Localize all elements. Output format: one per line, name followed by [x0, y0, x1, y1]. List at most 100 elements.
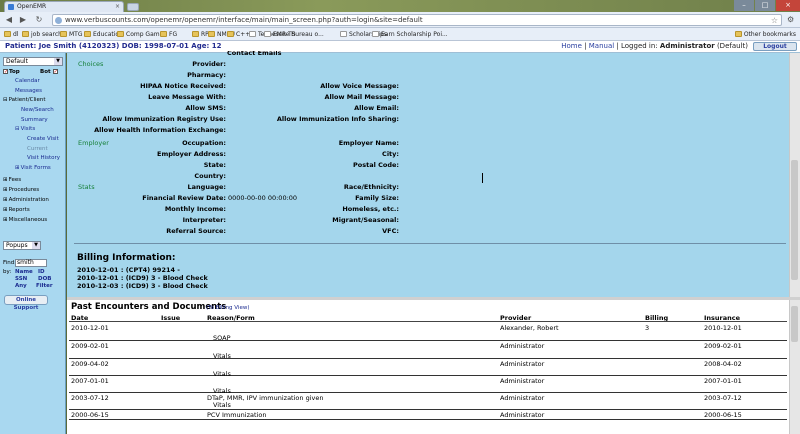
- tree-toggle-icon[interactable]: ⊞: [3, 187, 8, 193]
- nav-item-administration[interactable]: ⊞Administration: [3, 197, 49, 203]
- home-link[interactable]: Home: [561, 42, 582, 50]
- table-row[interactable]: [69, 323, 787, 341]
- maximize-button[interactable]: □: [755, 0, 775, 11]
- close-window-button[interactable]: ×: [776, 0, 800, 11]
- bot-checkbox[interactable]: Bot ✓: [40, 69, 59, 75]
- nav-item-procedures[interactable]: ⊞Procedures: [3, 187, 39, 193]
- manual-link[interactable]: Manual: [589, 42, 614, 50]
- billing-view-link[interactable]: (To Billing View): [206, 305, 250, 311]
- nav-item-create-visit[interactable]: Create Visit: [27, 136, 59, 142]
- tab-close-icon[interactable]: ×: [115, 2, 120, 12]
- find-by-name[interactable]: Name: [15, 269, 33, 275]
- reload-icon[interactable]: ↻: [34, 15, 44, 25]
- field-label: Family Size:: [355, 194, 399, 202]
- bookmark-item[interactable]: EMR TS: [264, 30, 296, 39]
- field-label: Race/Ethnicity:: [343, 183, 399, 191]
- other-bookmarks[interactable]: Other bookmarks: [734, 30, 796, 39]
- nav-item-calendar[interactable]: Calendar: [15, 78, 40, 84]
- table-row[interactable]: [69, 376, 787, 393]
- encounter-form[interactable]: Vitals: [213, 401, 231, 409]
- nav-item-visit-forms[interactable]: ⊞Visit Forms: [15, 165, 51, 171]
- table-row[interactable]: [69, 410, 787, 420]
- nav-item-visit-history[interactable]: Visit History: [27, 155, 60, 161]
- bookmark-item[interactable]: FG: [160, 30, 177, 39]
- bookmark-star-icon[interactable]: ☆: [771, 15, 778, 26]
- field-label: City:: [382, 150, 399, 158]
- mouse-cursor: [482, 173, 488, 183]
- encounter-date[interactable]: 2009-04-02: [71, 360, 109, 368]
- logout-button[interactable]: Logout: [753, 42, 797, 51]
- bookmark-item[interactable]: job search: [22, 30, 62, 39]
- address-bar[interactable]: www.verbuscounts.com/openemr/openemr/int…: [52, 14, 782, 26]
- nav-item-current[interactable]: Current: [27, 146, 48, 152]
- nav-item-label: Visits: [20, 126, 36, 132]
- nav-item-summary[interactable]: Summary: [21, 117, 48, 123]
- table-row[interactable]: [69, 341, 787, 359]
- nav-item-patient-client[interactable]: ⊟Patient/Client: [3, 97, 46, 103]
- section-employer: Employer: [78, 139, 109, 147]
- find-by-ssn[interactable]: SSN: [15, 276, 27, 282]
- find-by-dob[interactable]: DOB: [38, 276, 51, 282]
- field-label: Pharmacy:: [187, 71, 226, 79]
- tree-toggle-icon[interactable]: ⊞: [3, 197, 8, 203]
- folder-icon: [60, 31, 67, 37]
- page-icon: [249, 31, 256, 37]
- wrench-icon[interactable]: ⚙: [787, 15, 797, 25]
- find-by-any[interactable]: Any: [15, 283, 27, 289]
- encounter-date[interactable]: 2010-12-01: [71, 324, 109, 332]
- tree-toggle-icon[interactable]: ⊞: [3, 207, 8, 213]
- find-by-filter[interactable]: Filter: [36, 283, 53, 289]
- tree-toggle-icon[interactable]: ⊟: [3, 97, 8, 103]
- nav-item-visits[interactable]: ⊟Visits: [15, 126, 35, 132]
- demographics-scroll-thumb[interactable]: [791, 160, 798, 280]
- checkbox-icon: ✓: [3, 69, 9, 75]
- tree-toggle-icon[interactable]: ⊞: [15, 165, 20, 171]
- field-label: Migrant/Seasonal:: [332, 216, 399, 224]
- tree-toggle-icon[interactable]: ⊞: [3, 177, 8, 183]
- browser-tab[interactable]: OpenEMR ×: [4, 1, 124, 12]
- bookmark-label: dl: [13, 31, 19, 38]
- layout-select[interactable]: Default ▼: [3, 57, 63, 66]
- field-label: Allow Immunization Registry Use:: [102, 115, 226, 123]
- tree-toggle-icon[interactable]: ⊟: [15, 126, 20, 132]
- encounter-insurance: 2010-12-01: [704, 324, 742, 332]
- nav-item-label: Administration: [8, 197, 49, 203]
- nav-item-label: Calendar: [15, 78, 40, 84]
- popups-select[interactable]: Popups ▼: [3, 241, 41, 250]
- nav-item-messages[interactable]: Messages: [15, 88, 42, 94]
- folder-icon: [160, 31, 167, 37]
- table-row[interactable]: [69, 359, 787, 376]
- encounter-date[interactable]: 2000-06-15: [71, 411, 109, 419]
- app-header: Patient: Joe Smith (4120323) DOB: 1998-0…: [0, 41, 800, 53]
- nav-item-miscellaneous[interactable]: ⊞Miscellaneous: [3, 217, 47, 223]
- minimize-button[interactable]: –: [734, 0, 754, 11]
- online-support-button[interactable]: Online Support: [4, 295, 48, 311]
- encounter-date[interactable]: 2003-07-12: [71, 394, 109, 402]
- bookmark-item[interactable]: MTG: [60, 30, 83, 39]
- encounters-scroll-thumb[interactable]: [791, 306, 798, 342]
- table-row[interactable]: [69, 393, 787, 410]
- nav-item-fees[interactable]: ⊞Fees: [3, 177, 21, 183]
- encounter-reason[interactable]: PCV Immunization: [207, 411, 266, 419]
- tree-toggle-icon[interactable]: ⊞: [3, 217, 8, 223]
- nav-item-new-search[interactable]: New/Search: [21, 107, 54, 113]
- encounter-insurance: 2008-04-02: [704, 360, 742, 368]
- bookmark-item[interactable]: Earn Scholarship Poi...: [372, 30, 448, 39]
- new-tab-button[interactable]: [127, 3, 139, 11]
- nav-item-reports[interactable]: ⊞Reports: [3, 207, 30, 213]
- encounter-provider: Administrator: [500, 342, 545, 350]
- back-arrow-icon[interactable]: ◀: [4, 15, 14, 25]
- bookmark-label: job search: [31, 31, 62, 38]
- bookmark-item[interactable]: C++: [227, 30, 250, 39]
- forward-arrow-icon[interactable]: ▶: [18, 15, 28, 25]
- find-input[interactable]: smith: [15, 259, 47, 267]
- encounter-date[interactable]: 2009-02-01: [71, 342, 109, 350]
- top-checkbox[interactable]: ✓Top: [3, 69, 20, 75]
- find-by-id[interactable]: ID: [38, 269, 45, 275]
- encounter-date[interactable]: 2007-01-01: [71, 377, 109, 385]
- bookmark-item[interactable]: Comp Game: [117, 30, 163, 39]
- bookmark-item[interactable]: dl: [4, 30, 18, 39]
- top-links: Home | Manual | Logged in: Administrator…: [561, 42, 748, 50]
- financial-review-value: 0000-00-00 00:00:00: [228, 194, 298, 202]
- bookmark-label: FG: [169, 31, 178, 38]
